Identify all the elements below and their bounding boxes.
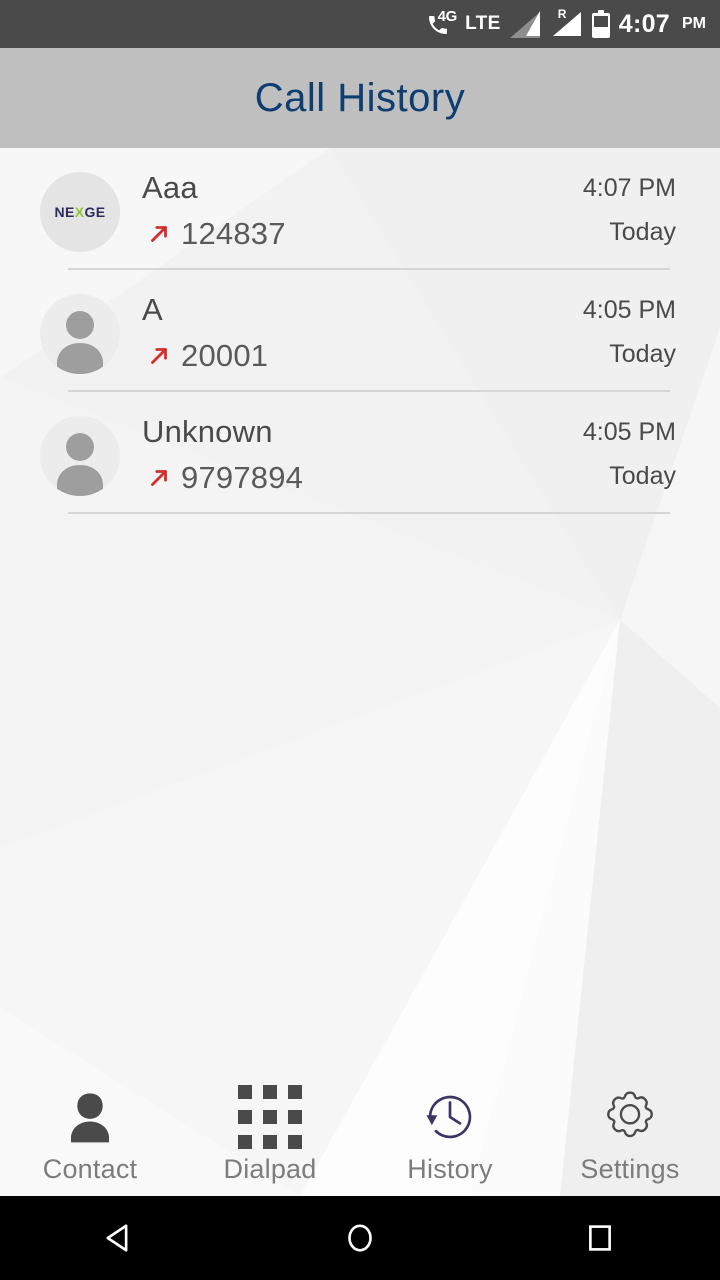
phone-screen: 4G LTE R 4:07 PM Call History NE X GE Aa…	[0, 0, 720, 1280]
bottom-tab-bar: Contact Dialpad History Settings	[0, 1084, 720, 1196]
table-row[interactable]: A 20001 4:05 PM Today	[0, 270, 720, 392]
avatar: NE X GE	[40, 172, 120, 252]
tab-label: Contact	[42, 1154, 138, 1184]
call-history-list: NE X GE Aaa 124837 4:07 PM Today A 20001…	[0, 148, 720, 514]
contact-name: A	[142, 292, 163, 327]
tab-label: Settings	[580, 1154, 680, 1184]
android-navigation-bar	[0, 1196, 720, 1280]
contact-number: 124837	[181, 216, 286, 251]
table-row[interactable]: Unknown 9797894 4:05 PM Today	[0, 392, 720, 514]
call-time: 4:05 PM	[582, 296, 676, 324]
app-bar: Call History	[0, 48, 720, 148]
gear-icon	[601, 1086, 659, 1148]
page-title: Call History	[254, 75, 466, 120]
roaming-indicator-label: R	[557, 7, 567, 21]
back-triangle-icon	[106, 1224, 128, 1252]
recents-square-icon	[589, 1225, 611, 1251]
outgoing-call-icon	[151, 348, 167, 364]
status-bar-ampm: PM	[682, 15, 706, 32]
dialpad-grid-icon	[238, 1085, 302, 1149]
signal-bars-icon	[509, 10, 542, 38]
outgoing-call-icon	[151, 470, 167, 486]
tab-label: Dialpad	[223, 1154, 317, 1184]
call-day: Today	[609, 218, 676, 246]
tab-contact[interactable]: Contact	[0, 1084, 180, 1185]
table-row[interactable]: NE X GE Aaa 124837 4:07 PM Today	[0, 148, 720, 270]
phone-4g-icon: 4G	[426, 8, 458, 37]
status-bar-clock: 4:07	[618, 9, 670, 38]
home-circle-icon	[348, 1224, 372, 1252]
recents-button[interactable]	[540, 1196, 660, 1280]
contact-name: Unknown	[142, 414, 273, 449]
tab-settings[interactable]: Settings	[540, 1084, 720, 1185]
tab-label: History	[407, 1154, 493, 1184]
person-placeholder-icon	[57, 433, 103, 496]
row-divider	[68, 512, 670, 514]
tab-history[interactable]: History	[360, 1084, 540, 1185]
contact-number: 20001	[181, 338, 269, 373]
contact-number: 9797894	[181, 460, 304, 495]
signal-roaming-icon: R	[551, 7, 583, 38]
call-day: Today	[609, 340, 676, 368]
battery-icon	[591, 10, 610, 38]
back-button[interactable]	[60, 1196, 180, 1280]
outgoing-call-icon	[151, 226, 167, 242]
network-badge-label: 4G	[437, 8, 458, 25]
person-placeholder-icon	[57, 311, 103, 374]
tab-dialpad[interactable]: Dialpad	[180, 1084, 360, 1185]
network-type-label: LTE	[465, 13, 501, 34]
call-day: Today	[609, 462, 676, 490]
call-time: 4:07 PM	[582, 174, 676, 202]
avatar	[40, 416, 120, 496]
call-time: 4:05 PM	[582, 418, 676, 446]
nexge-logo-icon: NE X GE	[54, 204, 106, 220]
status-bar: 4G LTE R 4:07 PM	[0, 0, 720, 48]
clock-history-icon	[421, 1086, 479, 1148]
person-icon	[61, 1086, 119, 1148]
home-button[interactable]	[300, 1196, 420, 1280]
avatar	[40, 294, 120, 374]
contact-name: Aaa	[142, 170, 198, 205]
